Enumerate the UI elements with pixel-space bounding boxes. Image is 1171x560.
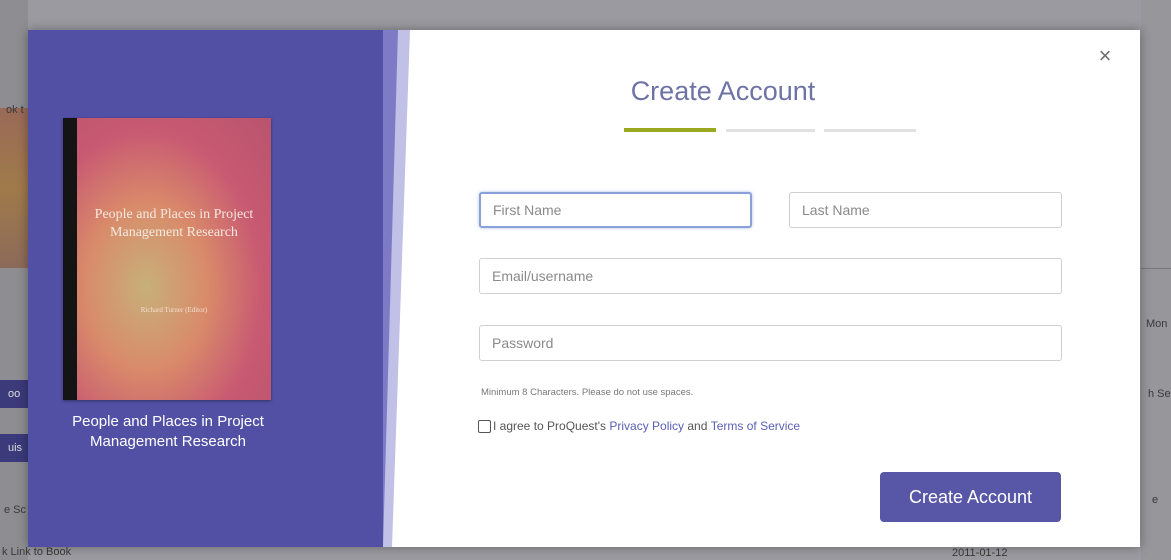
background-text: ok t bbox=[6, 104, 24, 116]
modal-title: Create Account bbox=[630, 76, 816, 106]
book-caption: People and Places in Project Management … bbox=[72, 413, 264, 450]
book-cover-image: People and Places in Project Management … bbox=[63, 118, 271, 400]
progress-step-3 bbox=[824, 129, 916, 132]
close-icon[interactable]: × bbox=[1095, 45, 1115, 67]
background-right-column bbox=[1141, 0, 1171, 560]
background-date: 2011-01-12 bbox=[952, 547, 1008, 559]
book-spine bbox=[63, 118, 77, 400]
book-panel: People and Places in Project Management … bbox=[28, 30, 383, 547]
password-hint: Minimum 8 Characters. Please do not use … bbox=[481, 387, 694, 398]
background-text: uis bbox=[8, 442, 23, 454]
background-text: e Sc bbox=[4, 504, 27, 516]
background-text: oo bbox=[8, 388, 21, 400]
password-input[interactable] bbox=[479, 325, 1062, 361]
background-text: e bbox=[1152, 494, 1159, 506]
background-left-column bbox=[0, 0, 28, 560]
create-account-modal: People and Places in Project Management … bbox=[28, 30, 1140, 547]
agree-checkbox[interactable] bbox=[478, 419, 491, 433]
last-name-input[interactable] bbox=[789, 192, 1062, 228]
background-text: Mon bbox=[1146, 318, 1168, 330]
create-account-button[interactable]: Create Account bbox=[880, 472, 1061, 522]
terms-of-service-link[interactable]: Terms of Service bbox=[711, 419, 800, 433]
background-link: k Link to Book bbox=[2, 546, 72, 558]
progress-step-2 bbox=[726, 129, 815, 132]
terms-agreement: I agree to ProQuest's Privacy Policy and… bbox=[478, 419, 800, 433]
first-name-input[interactable] bbox=[479, 192, 752, 228]
email-input[interactable] bbox=[479, 258, 1062, 294]
agree-and-text: and bbox=[684, 419, 711, 433]
background-book-thumbnail bbox=[0, 108, 28, 268]
agree-text: I agree to ProQuest's bbox=[493, 419, 610, 433]
privacy-policy-link[interactable]: Privacy Policy bbox=[609, 419, 684, 433]
progress-step-1 bbox=[624, 128, 716, 132]
background-divider bbox=[1141, 268, 1171, 269]
book-cover-author: Richard Turner (Editor) bbox=[140, 306, 208, 314]
background-text: h Se bbox=[1148, 388, 1171, 400]
book-cover-title: People and Places in Project Management … bbox=[94, 207, 254, 240]
